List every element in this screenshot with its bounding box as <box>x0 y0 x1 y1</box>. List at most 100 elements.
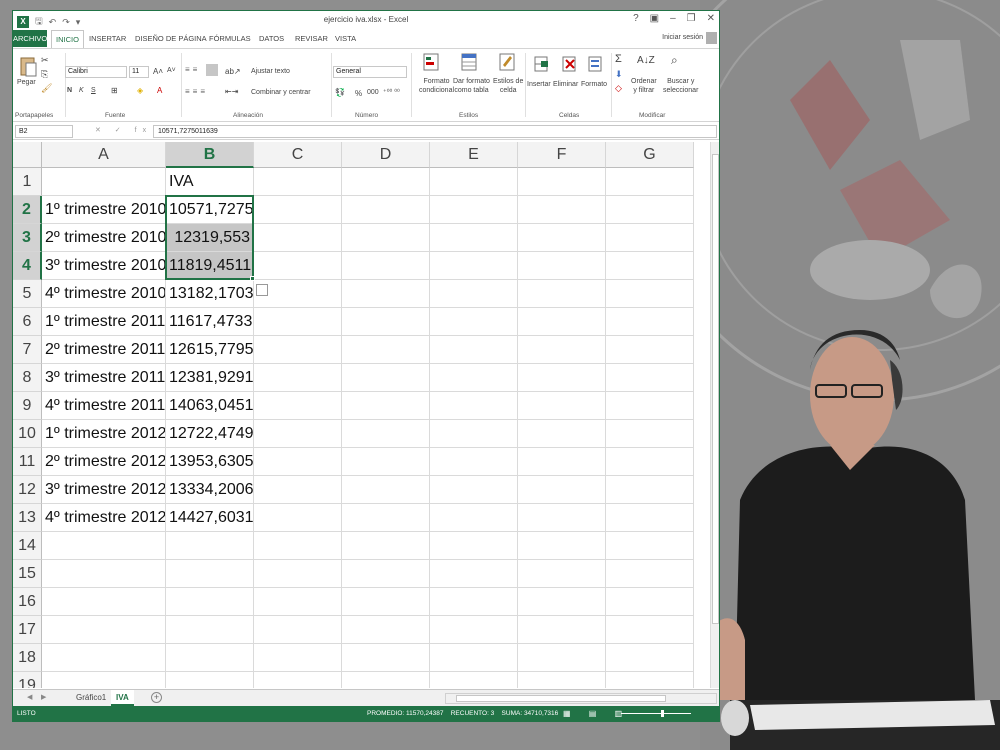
cell-f10[interactable] <box>518 420 606 448</box>
cell-e18[interactable] <box>430 644 518 672</box>
row-header-3[interactable]: 3 <box>13 224 42 252</box>
row-header-17[interactable]: 17 <box>13 616 42 644</box>
underline-button[interactable]: S <box>91 87 96 94</box>
cell-d16[interactable] <box>342 588 430 616</box>
number-format-dropdown[interactable]: General <box>333 66 407 78</box>
formula-bar-icons[interactable]: ✕ ✓ fx <box>95 126 152 134</box>
cell-b12[interactable]: 13334,2006 <box>166 476 254 504</box>
column-header-g[interactable]: G <box>606 142 694 168</box>
cell-a3[interactable]: 2º trimestre 2010 <box>42 224 166 252</box>
cell-g16[interactable] <box>606 588 694 616</box>
row-header-10[interactable]: 10 <box>13 420 42 448</box>
cell-d5[interactable] <box>342 280 430 308</box>
row-header-15[interactable]: 15 <box>13 560 42 588</box>
cell-a19[interactable] <box>42 672 166 688</box>
find-select-button[interactable]: Buscar y seleccionar <box>663 77 698 95</box>
zoom-knob[interactable] <box>661 710 664 717</box>
insert-cells-icon[interactable] <box>533 55 549 73</box>
cell-d3[interactable] <box>342 224 430 252</box>
cell-a4[interactable]: 3º trimestre 2010 <box>42 252 166 280</box>
row-header-5[interactable]: 5 <box>13 280 42 308</box>
column-header-c[interactable]: C <box>254 142 342 168</box>
copy-icon[interactable]: ⎘ <box>41 69 48 80</box>
cell-a18[interactable] <box>42 644 166 672</box>
format-cells-icon[interactable] <box>587 55 603 73</box>
vertical-scrollbar[interactable] <box>710 142 719 688</box>
cell-g1[interactable] <box>606 168 694 196</box>
bold-button[interactable]: N <box>67 87 72 94</box>
horizontal-align-icons[interactable]: ≡≡≡ <box>185 87 208 96</box>
row-header-4[interactable]: 4 <box>13 252 42 280</box>
cell-c9[interactable] <box>254 392 342 420</box>
scroll-thumb[interactable] <box>712 154 719 624</box>
row-header-16[interactable]: 16 <box>13 588 42 616</box>
cell-a12[interactable]: 3º trimestre 2012 <box>42 476 166 504</box>
cell-g8[interactable] <box>606 364 694 392</box>
fill-handle[interactable] <box>250 276 255 281</box>
cell-b13[interactable]: 14427,6031 <box>166 504 254 532</box>
cell-g10[interactable] <box>606 420 694 448</box>
column-header-f[interactable]: F <box>518 142 606 168</box>
clear-icon[interactable]: ◇ <box>615 83 622 94</box>
cell-e17[interactable] <box>430 616 518 644</box>
delete-cells-icon[interactable] <box>561 55 577 73</box>
tab-revisar[interactable]: REVISAR <box>295 34 328 43</box>
fill-icon[interactable]: ⬇ <box>615 69 623 80</box>
cell-f15[interactable] <box>518 560 606 588</box>
cut-icon[interactable]: ✂ <box>41 55 49 66</box>
sheet-tab-grafico1[interactable]: Gráfico1 <box>71 690 111 706</box>
cell-c13[interactable] <box>254 504 342 532</box>
cell-e2[interactable] <box>430 196 518 224</box>
zoom-slider[interactable] <box>621 710 691 717</box>
scroll-thumb[interactable] <box>456 695 666 702</box>
cell-f13[interactable] <box>518 504 606 532</box>
cell-f2[interactable] <box>518 196 606 224</box>
restore-icon[interactable]: ❐ <box>687 13 696 24</box>
cell-a14[interactable] <box>42 532 166 560</box>
cell-e11[interactable] <box>430 448 518 476</box>
signin-link[interactable]: Iniciar sesión <box>662 34 703 41</box>
cell-f8[interactable] <box>518 364 606 392</box>
cell-b3[interactable]: 12319,553 <box>166 224 254 252</box>
cell-b15[interactable] <box>166 560 254 588</box>
format-as-table-button[interactable]: Dar formato como tabla <box>453 77 490 95</box>
decimal-icons[interactable]: ⁺⁰⁰ ⁰⁰ <box>383 88 400 96</box>
insert-button[interactable]: Insertar <box>527 81 551 88</box>
cell-a8[interactable]: 3º trimestre 2011 <box>42 364 166 392</box>
tab-archivo[interactable]: ARCHIVO <box>13 30 47 47</box>
row-header-12[interactable]: 12 <box>13 476 42 504</box>
indent-icons[interactable]: ⇤⇥ <box>225 87 238 96</box>
font-color-icon[interactable]: A <box>157 86 162 95</box>
cell-f11[interactable] <box>518 448 606 476</box>
tab-inicio[interactable]: INICIO <box>51 30 84 48</box>
cell-g19[interactable] <box>606 672 694 688</box>
cell-b5[interactable]: 13182,1703 <box>166 280 254 308</box>
horizontal-scrollbar[interactable] <box>445 693 717 704</box>
minimize-icon[interactable]: – <box>670 13 676 24</box>
tab-insertar[interactable]: INSERTAR <box>89 34 126 43</box>
avatar[interactable] <box>706 32 717 44</box>
help-icon[interactable]: ? <box>633 13 639 24</box>
percent-button[interactable]: % <box>355 89 362 98</box>
cell-c19[interactable] <box>254 672 342 688</box>
cell-f5[interactable] <box>518 280 606 308</box>
column-header-b[interactable]: B <box>166 142 254 168</box>
row-header-14[interactable]: 14 <box>13 532 42 560</box>
cell-c2[interactable] <box>254 196 342 224</box>
next-sheet-icon[interactable]: ▶ <box>41 693 46 701</box>
cell-f4[interactable] <box>518 252 606 280</box>
cell-g17[interactable] <box>606 616 694 644</box>
cell-b16[interactable] <box>166 588 254 616</box>
cell-b6[interactable]: 11617,4733 <box>166 308 254 336</box>
close-icon[interactable]: ✕ <box>707 13 715 24</box>
sort-filter-icon[interactable]: A↓Z <box>637 55 655 66</box>
cell-g4[interactable] <box>606 252 694 280</box>
orientation-icon[interactable]: ab↗ <box>225 67 241 76</box>
font-size-dropdown[interactable]: 11 <box>129 66 149 78</box>
cell-c10[interactable] <box>254 420 342 448</box>
cell-b7[interactable]: 12615,7795 <box>166 336 254 364</box>
cell-c17[interactable] <box>254 616 342 644</box>
shrink-font-icon[interactable]: A˅ <box>167 67 176 74</box>
cell-a17[interactable] <box>42 616 166 644</box>
cell-d1[interactable] <box>342 168 430 196</box>
